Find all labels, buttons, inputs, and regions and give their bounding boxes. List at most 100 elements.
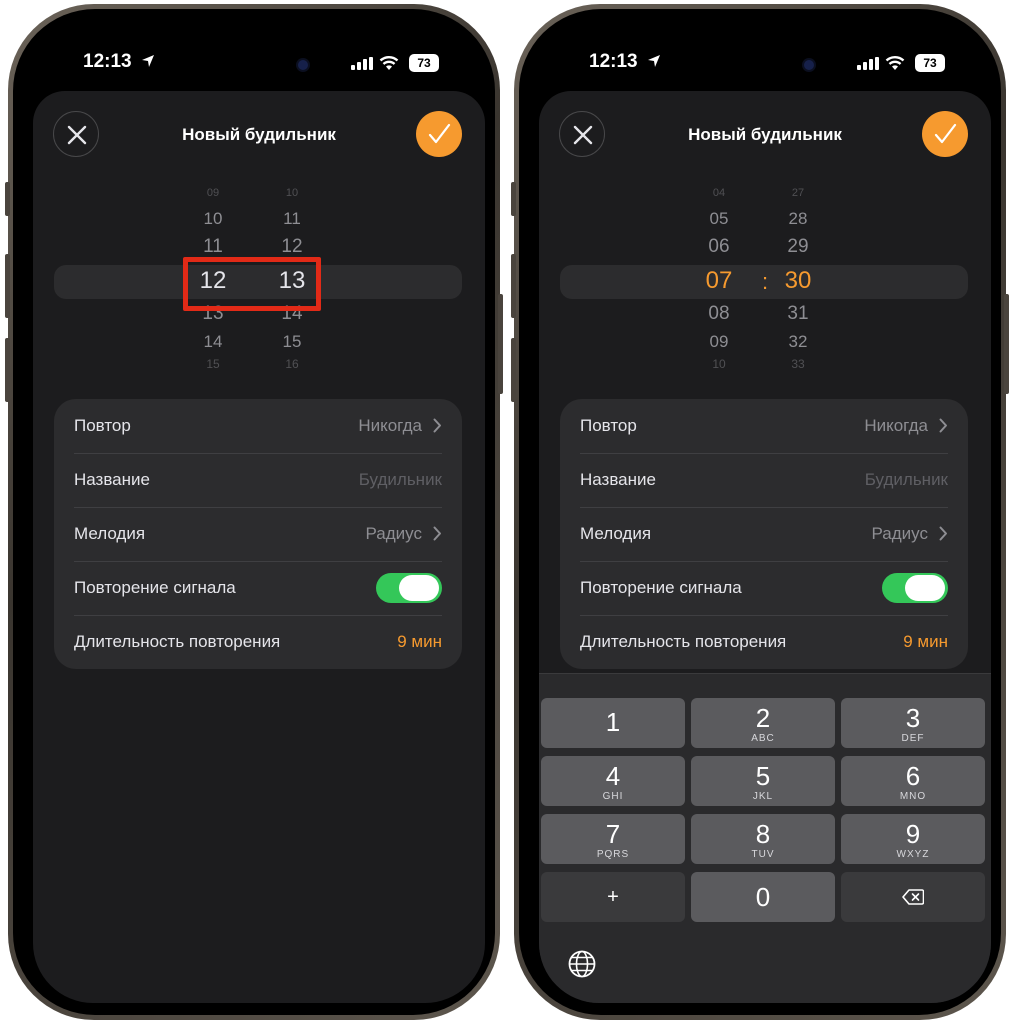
snooze-duration-row[interactable]: Длительность повторения 9 мин bbox=[74, 615, 442, 669]
hour-item: 09 bbox=[206, 187, 220, 199]
key-digit: 7 bbox=[605, 819, 621, 849]
name-field[interactable]: Будильник bbox=[359, 453, 442, 507]
name-label: Название bbox=[580, 470, 656, 489]
key-7[interactable]: 7 PQRS bbox=[541, 814, 685, 864]
hour-item: 06 bbox=[708, 236, 730, 257]
key-letters: MNO bbox=[899, 791, 927, 802]
key-symbol: + bbox=[607, 886, 619, 908]
minute-item: 10 bbox=[285, 187, 299, 199]
key-letters: WXYZ bbox=[896, 849, 930, 860]
key-letters: GHI bbox=[602, 791, 624, 802]
minute-item: 27 bbox=[791, 187, 805, 199]
key-digit: 2 bbox=[755, 703, 771, 733]
status-bar: 12:13 73 bbox=[519, 49, 1001, 81]
cellular-signal-icon bbox=[351, 57, 373, 70]
alarm-settings-list: Повтор Никогда Название Будильник Мелоди… bbox=[560, 399, 968, 669]
key-0[interactable]: 0 bbox=[691, 872, 835, 922]
key-letters: JKL bbox=[752, 791, 774, 802]
melody-row[interactable]: Мелодия Радиус bbox=[74, 507, 442, 561]
numeric-keypad: 1 2 ABC 3 DEF 4 GHI 5 JKL 6 MNO 7 PQRS 8… bbox=[539, 673, 991, 1003]
repeat-row[interactable]: Повтор Никогда bbox=[74, 399, 442, 453]
checkmark-icon bbox=[428, 123, 451, 144]
snooze-label: Повторение сигнала bbox=[74, 578, 236, 597]
battery-indicator: 73 bbox=[915, 54, 945, 72]
minute-item: 29 bbox=[787, 236, 809, 257]
key-digit: 3 bbox=[905, 703, 921, 733]
name-field[interactable]: Будильник bbox=[865, 453, 948, 507]
key-letters: TUV bbox=[751, 849, 775, 860]
name-row[interactable]: Название Будильник bbox=[580, 453, 948, 507]
repeat-label: Повтор bbox=[74, 416, 131, 435]
name-row[interactable]: Название Будильник bbox=[74, 453, 442, 507]
key-plus[interactable]: + bbox=[541, 872, 685, 922]
chevron-right-icon bbox=[433, 526, 441, 541]
confirm-button[interactable] bbox=[922, 111, 968, 157]
key-1[interactable]: 1 bbox=[541, 698, 685, 748]
key-digit: 1 bbox=[605, 707, 621, 737]
repeat-value: Никогда bbox=[864, 416, 928, 435]
volume-down-button bbox=[5, 338, 10, 402]
minute-item: 16 bbox=[285, 357, 299, 371]
key-5[interactable]: 5 JKL bbox=[691, 756, 835, 806]
snooze-duration-label: Длительность повторения bbox=[580, 632, 787, 651]
melody-label: Мелодия bbox=[74, 524, 146, 543]
hour-item: 11 bbox=[203, 236, 223, 257]
key-digit: 4 bbox=[605, 761, 621, 791]
key-letters: ABC bbox=[751, 733, 775, 744]
minute-item: 28 bbox=[788, 209, 808, 228]
minute-item: 31 bbox=[787, 303, 809, 324]
key-6[interactable]: 6 MNO bbox=[841, 756, 985, 806]
power-button bbox=[498, 294, 503, 394]
camera bbox=[804, 60, 814, 70]
hour-input-selected[interactable]: 07 bbox=[689, 267, 749, 295]
location-arrow-icon bbox=[648, 55, 660, 67]
confirm-button[interactable] bbox=[416, 111, 462, 157]
minute-item: 12 bbox=[281, 236, 303, 257]
phone-right: 12:13 73 Новый будильник 04 05 06 07 08 bbox=[511, 4, 1009, 1020]
new-alarm-sheet: Новый будильник 09 10 11 12 13 14 15 10 … bbox=[33, 91, 485, 1003]
minute-wheel[interactable]: 27 28 29 30 31 32 33 bbox=[768, 187, 828, 377]
snooze-toggle[interactable] bbox=[376, 573, 442, 603]
hour-wheel[interactable]: 04 05 06 07 08 09 10 bbox=[689, 187, 749, 377]
wifi-icon bbox=[379, 56, 399, 70]
volume-down-button bbox=[511, 338, 516, 402]
new-alarm-sheet: Новый будильник 04 05 06 07 08 09 10 : 2… bbox=[539, 91, 991, 1003]
hour-item: 04 bbox=[712, 187, 726, 199]
action-button bbox=[5, 182, 10, 216]
key-8[interactable]: 8 TUV bbox=[691, 814, 835, 864]
minute-item: 11 bbox=[283, 209, 301, 228]
minute-item: 32 bbox=[788, 332, 808, 351]
hour-item: 10 bbox=[712, 357, 726, 371]
snooze-duration-row[interactable]: Длительность повторения 9 мин bbox=[580, 615, 948, 669]
hour-item: 14 bbox=[203, 332, 223, 351]
melody-label: Мелодия bbox=[580, 524, 652, 543]
key-2[interactable]: 2 ABC bbox=[691, 698, 835, 748]
key-4[interactable]: 4 GHI bbox=[541, 756, 685, 806]
wifi-icon bbox=[885, 56, 905, 70]
key-9[interactable]: 9 WXYZ bbox=[841, 814, 985, 864]
snooze-toggle[interactable] bbox=[882, 573, 948, 603]
backspace-key[interactable] bbox=[841, 872, 985, 922]
backspace-icon bbox=[902, 889, 924, 905]
status-time: 12:13 bbox=[589, 51, 638, 72]
key-digit: 6 bbox=[905, 761, 921, 791]
melody-row[interactable]: Мелодия Радиус bbox=[580, 507, 948, 561]
power-button bbox=[1004, 294, 1009, 394]
key-digit: 8 bbox=[755, 819, 771, 849]
minute-item: 15 bbox=[282, 332, 302, 351]
key-letters: PQRS bbox=[596, 849, 630, 860]
checkmark-icon bbox=[934, 123, 957, 144]
hour-item: 08 bbox=[708, 303, 730, 324]
repeat-row[interactable]: Повтор Никогда bbox=[580, 399, 948, 453]
annotation-highlight-box bbox=[183, 257, 321, 311]
toggle-knob bbox=[905, 575, 945, 601]
location-arrow-icon bbox=[142, 55, 154, 67]
hour-item: 10 bbox=[203, 209, 223, 228]
minute-input-selected[interactable]: 30 bbox=[768, 267, 828, 295]
toggle-knob bbox=[399, 575, 439, 601]
key-3[interactable]: 3 DEF bbox=[841, 698, 985, 748]
language-switch-button[interactable] bbox=[567, 949, 597, 984]
repeat-value: Никогда bbox=[358, 416, 422, 435]
chevron-right-icon bbox=[939, 526, 947, 541]
chevron-right-icon bbox=[939, 418, 947, 433]
